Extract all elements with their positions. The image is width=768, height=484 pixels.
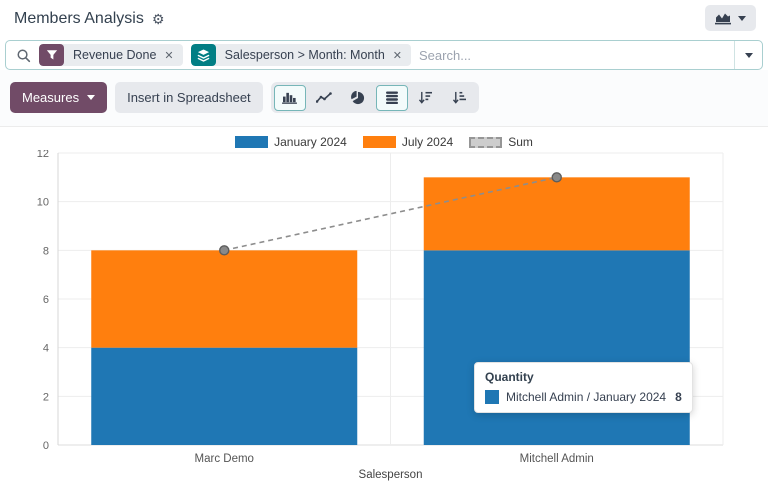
chevron-down-icon — [738, 16, 746, 21]
line-chart-button[interactable] — [308, 85, 340, 111]
area-chart-icon — [715, 12, 731, 25]
pie-chart-button[interactable] — [342, 85, 374, 111]
svg-text:Marc Demo: Marc Demo — [195, 453, 254, 465]
bar-chart-button[interactable] — [274, 85, 306, 111]
svg-text:6: 6 — [43, 294, 49, 306]
chart-legend: January 2024 July 2024 Sum — [0, 134, 768, 150]
svg-text:10: 10 — [37, 197, 49, 209]
legend-item-sum[interactable]: Sum — [469, 135, 533, 149]
tooltip-label: Mitchell Admin / January 2024 — [506, 390, 666, 404]
search-input[interactable] — [419, 48, 734, 63]
sort-ascending-button[interactable] — [444, 85, 476, 111]
facet-filter-revenue-done[interactable]: Revenue Done ✕ — [39, 44, 183, 66]
legend-swatch — [363, 136, 396, 148]
svg-text:Mitchell Admin: Mitchell Admin — [520, 453, 594, 465]
bar-chart-icon — [282, 91, 297, 104]
insert-label: Insert in Spreadsheet — [127, 90, 251, 105]
toolbar: Measures Insert in Spreadsheet — [0, 70, 768, 127]
search-dropdown-toggle[interactable] — [734, 41, 762, 69]
facet-remove-icon[interactable]: ✕ — [391, 44, 411, 66]
page-title: Members Analysis — [14, 10, 144, 28]
facet-groupby-salesperson-month[interactable]: Salesperson > Month: Month ✕ — [191, 44, 411, 66]
bar-segment[interactable] — [424, 250, 690, 445]
legend-item-january-2024[interactable]: January 2024 — [235, 135, 347, 149]
bar-segment[interactable] — [91, 250, 357, 347]
legend-label: Sum — [508, 135, 533, 149]
gear-icon[interactable]: ⚙ — [152, 12, 165, 26]
bar-segment[interactable] — [424, 177, 690, 250]
svg-text:12: 12 — [37, 150, 49, 160]
legend-swatch — [235, 136, 268, 148]
stacked-toggle-button[interactable] — [376, 85, 408, 111]
sort-descending-button[interactable] — [410, 85, 442, 111]
tooltip-swatch — [485, 390, 499, 404]
stacked-bar-chart-canvas[interactable]: 0 2 4 6 8 10 12 Marc Demo Mitchell Admin Salesper… — [0, 150, 768, 481]
line-chart-icon — [316, 92, 332, 104]
tooltip-measure-title: Quantity — [485, 370, 682, 384]
facet-remove-icon[interactable]: ✕ — [162, 44, 182, 66]
svg-text:0: 0 — [43, 440, 49, 452]
svg-text:2: 2 — [43, 391, 49, 403]
legend-item-july-2024[interactable]: July 2024 — [363, 135, 453, 149]
header: Members Analysis ⚙ — [0, 0, 768, 36]
tooltip-row: Mitchell Admin / January 2024 8 — [485, 390, 682, 404]
layers-icon — [191, 44, 216, 66]
facet-label: Salesperson > Month: Month — [216, 44, 391, 66]
facet-label: Revenue Done — [64, 44, 162, 66]
svg-text:8: 8 — [43, 245, 49, 257]
svg-text:Salesperson: Salesperson — [359, 469, 423, 481]
insert-in-spreadsheet-button[interactable]: Insert in Spreadsheet — [115, 82, 263, 113]
tooltip-value: 8 — [675, 390, 682, 404]
chevron-down-icon — [87, 95, 95, 100]
legend-label: July 2024 — [402, 135, 453, 149]
chart-zone: January 2024 July 2024 Sum 0 2 4 6 8 10 12 Marc… — [0, 134, 768, 484]
sort-amount-asc-icon — [452, 91, 467, 104]
measures-label: Measures — [22, 90, 79, 105]
bar-segment[interactable] — [91, 348, 357, 445]
legend-swatch — [469, 137, 502, 148]
sort-amount-desc-icon — [418, 91, 433, 104]
chart-type-button-group — [271, 82, 479, 113]
pie-chart-icon — [351, 91, 365, 105]
view-switcher-button[interactable] — [705, 5, 756, 31]
stacked-database-icon — [385, 91, 399, 104]
search-icon — [16, 48, 31, 63]
measures-button[interactable]: Measures — [10, 82, 107, 113]
legend-label: January 2024 — [274, 135, 347, 149]
filter-icon — [39, 44, 64, 66]
svg-text:4: 4 — [43, 343, 49, 355]
chart-tooltip: Quantity Mitchell Admin / January 2024 8 — [474, 362, 693, 413]
chevron-down-icon — [745, 53, 753, 58]
search-bar: Revenue Done ✕ Salesperson > Month: Mont… — [5, 40, 763, 70]
